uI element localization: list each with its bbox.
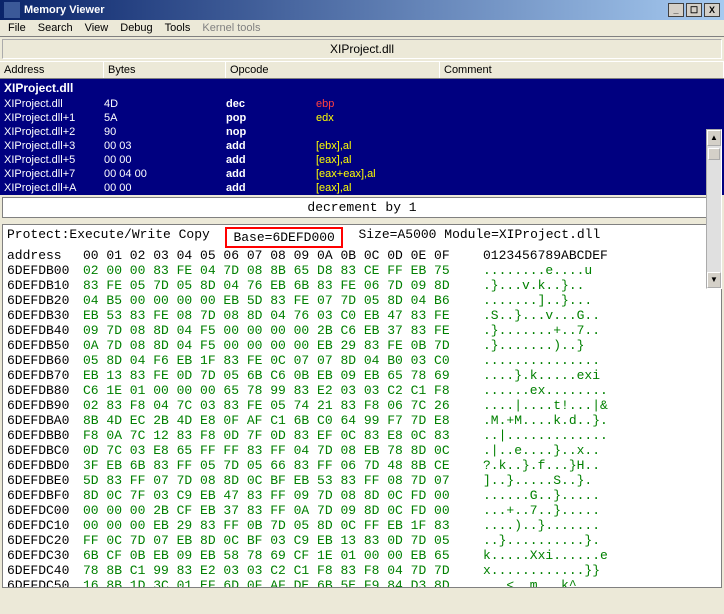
disasm-row[interactable]: XIProject.dll+700 04 00add[eax+eax],al	[0, 167, 724, 181]
scroll-thumb[interactable]	[708, 148, 720, 160]
col-address[interactable]: Address	[0, 62, 104, 78]
hex-row[interactable]: 6DEFDB6005 8D 04 F6 EB 1F 83 FE 0C 07 07…	[7, 353, 717, 368]
col-opcode[interactable]: Opcode	[226, 62, 440, 78]
disasm-row[interactable]: XIProject.dll+A00 00add[eax],al	[0, 181, 724, 195]
minimize-button[interactable]: _	[668, 3, 684, 17]
hex-row[interactable]: 6DEFDC5016 8B 1D 3C 01 EF 6D 0F AF DE 6B…	[7, 578, 717, 588]
close-button[interactable]: X	[704, 3, 720, 17]
app-icon	[4, 2, 20, 18]
disasm-row[interactable]: XIProject.dll+15Apopedx	[0, 111, 724, 125]
scrollbar[interactable]: ▲ ▼	[706, 129, 722, 289]
disasm-row[interactable]: XIProject.dll+500 00add[eax],al	[0, 153, 724, 167]
hex-row[interactable]: 6DEFDBB0F8 0A 7C 12 83 F8 0D 7F 0D 83 EF…	[7, 428, 717, 443]
hex-row[interactable]: 6DEFDBC00D 7C 03 E8 65 FF FF 83 FF 04 7D…	[7, 443, 717, 458]
menu-file[interactable]: File	[8, 22, 26, 34]
hex-row[interactable]: 6DEFDC0000 00 00 2B CF EB 37 83 FF 0A 7D…	[7, 503, 717, 518]
menu-debug[interactable]: Debug	[120, 22, 152, 34]
disasm-row[interactable]: XIProject.dll4Ddecebp	[0, 97, 724, 111]
module-row[interactable]: XIProject.dll	[0, 79, 724, 97]
hex-row[interactable]: 6DEFDB4009 7D 08 8D 04 F5 00 00 00 00 2B…	[7, 323, 717, 338]
hex-row[interactable]: 6DEFDB1083 FE 05 7D 05 8D 04 76 EB 6B 83…	[7, 278, 717, 293]
hex-row[interactable]: 6DEFDC4078 8B C1 99 83 E2 03 03 C2 C1 F8…	[7, 563, 717, 578]
scroll-down-button[interactable]: ▼	[707, 272, 721, 288]
maximize-button[interactable]: ☐	[686, 3, 702, 17]
disasm-header: Address Bytes Opcode Comment	[0, 61, 724, 79]
base-box: Base=6DEFD000	[225, 227, 342, 248]
window-title: Memory Viewer	[24, 4, 105, 16]
hex-row[interactable]: 6DEFDB500A 7D 08 8D 04 F5 00 00 00 00 EB…	[7, 338, 717, 353]
hex-row[interactable]: 6DEFDC306B CF 0B EB 09 EB 58 78 69 CF 1E…	[7, 548, 717, 563]
title-bar: Memory Viewer _ ☐ X	[0, 0, 724, 20]
hex-row[interactable]: 6DEFDC20FF 0C 7D 07 EB 8D 0C BF 03 C9 EB…	[7, 533, 717, 548]
menu-kernel-tools: Kernel tools	[202, 22, 260, 34]
menu-bar: File Search View Debug Tools Kernel tool…	[0, 20, 724, 37]
hex-row[interactable]: 6DEFDB0002 00 00 83 FE 04 7D 08 8B 65 D8…	[7, 263, 717, 278]
menu-view[interactable]: View	[85, 22, 109, 34]
col-comment[interactable]: Comment	[440, 62, 724, 78]
hex-row[interactable]: 6DEFDB2004 B5 00 00 00 00 EB 5D 83 FE 07…	[7, 293, 717, 308]
hex-row[interactable]: 6DEFDBA08B 4D EC 2B 4D E8 0F AF C1 6B C0…	[7, 413, 717, 428]
hex-row[interactable]: 6DEFDB9002 83 F8 04 7C 03 83 FE 05 74 21…	[7, 398, 717, 413]
hex-row[interactable]: 6DEFDB80C6 1E 01 00 00 00 65 78 99 83 E2…	[7, 383, 717, 398]
module-subtitle: XIProject.dll	[2, 39, 722, 59]
hex-row[interactable]: 6DEFDC1000 00 00 EB 29 83 FF 0B 7D 05 8D…	[7, 518, 717, 533]
disasm-row[interactable]: XIProject.dll+290nop	[0, 125, 724, 139]
hex-row[interactable]: 6DEFDBE05D 83 FF 07 7D 08 8D 0C BF EB 53…	[7, 473, 717, 488]
hex-row[interactable]: 6DEFDB30EB 53 83 FE 08 7D 08 8D 04 76 03…	[7, 308, 717, 323]
menu-tools[interactable]: Tools	[165, 22, 191, 34]
disasm-table[interactable]: XIProject.dll4DdecebpXIProject.dll+15Apo…	[0, 97, 724, 195]
hex-row[interactable]: 6DEFDB70EB 13 83 FE 0D 7D 05 6B C6 0B EB…	[7, 368, 717, 383]
hex-panel[interactable]: Protect:Execute/Write Copy Base=6DEFD000…	[2, 224, 722, 588]
hint-text: decrement by 1	[7, 200, 717, 215]
disasm-row[interactable]: XIProject.dll+300 03add[ebx],al	[0, 139, 724, 153]
hex-row[interactable]: 6DEFDBD03F EB 6B 83 FF 05 7D 05 66 83 FF…	[7, 458, 717, 473]
hint-bar: decrement by 1	[2, 197, 722, 218]
hex-row[interactable]: 6DEFDBF08D 0C 7F 03 C9 EB 47 83 FF 09 7D…	[7, 488, 717, 503]
scroll-up-button[interactable]: ▲	[707, 130, 721, 146]
menu-search[interactable]: Search	[38, 22, 73, 34]
col-bytes[interactable]: Bytes	[104, 62, 226, 78]
